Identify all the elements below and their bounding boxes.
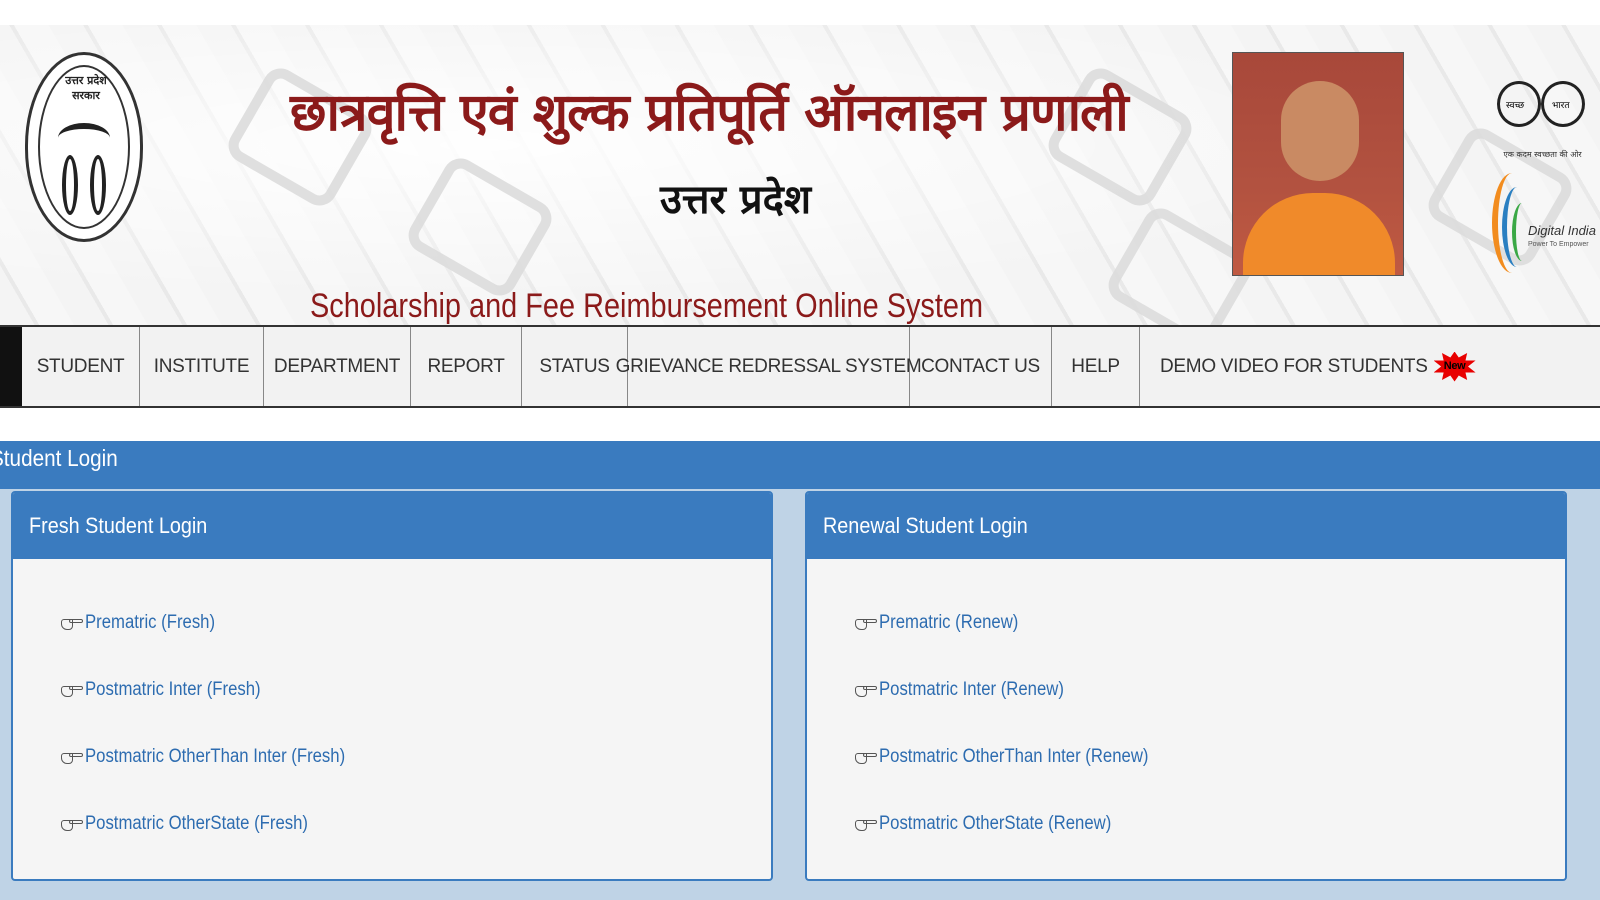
site-subtitle-hindi: उत्तर प्रदेश	[660, 177, 812, 223]
header-banner: उत्तर प्रदेश सरकार छात्रवृत्ति एवं शुल्क…	[0, 25, 1600, 325]
hand-pointer-icon	[855, 682, 877, 698]
student-login-title: Student Login	[0, 445, 118, 471]
chief-minister-portrait	[1232, 52, 1404, 276]
up-government-emblem: उत्तर प्रदेश सरकार	[25, 52, 143, 242]
nav-department[interactable]: DEPARTMENT	[264, 327, 411, 406]
nav-student[interactable]: STUDENT	[22, 327, 140, 406]
nav-report[interactable]: REPORT	[411, 327, 522, 406]
renewal-panel-header: Renewal Student Login	[807, 493, 1565, 559]
fresh-panel-header: Fresh Student Login	[13, 493, 771, 559]
link-postmatric-otherthan-inter-renew[interactable]: Postmatric OtherThan Inter (Renew)	[855, 723, 1565, 790]
emblem-text: उत्तर प्रदेश सरकार	[65, 74, 107, 102]
link-postmatric-inter-renew[interactable]: Postmatric Inter (Renew)	[855, 656, 1565, 723]
link-postmatric-inter-fresh[interactable]: Postmatric Inter (Fresh)	[61, 656, 771, 723]
hand-pointer-icon	[61, 749, 83, 765]
site-title-hindi: छात्रवृत्ति एवं शुल्क प्रतिपूर्ति ऑनलाइन…	[290, 83, 1129, 143]
renewal-student-login-panel: Renewal Student Login Prematric (Renew) …	[805, 491, 1567, 881]
link-postmatric-otherthan-inter-fresh[interactable]: Postmatric OtherThan Inter (Fresh)	[61, 723, 771, 790]
digital-india-tagline: Power To Empower	[1528, 241, 1589, 248]
nav-demo-video[interactable]: DEMO VIDEO FOR STUDENTS New	[1140, 327, 1476, 406]
hand-pointer-icon	[61, 816, 83, 832]
nav-institute[interactable]: INSTITUTE	[140, 327, 264, 406]
nav-help[interactable]: HELP	[1052, 327, 1140, 406]
swachh-bharat-logo: स्वच्छ भारत एक कदम स्वच्छता की ओर	[1495, 61, 1590, 161]
hand-pointer-icon	[855, 749, 877, 765]
nav-left-bar	[0, 327, 22, 406]
nav-grievance-redressal[interactable]: GRIEVANCE REDRESSAL SYSTEM	[616, 327, 922, 406]
fresh-student-login-panel: Fresh Student Login Prematric (Fresh) Po…	[11, 491, 773, 881]
nav-status[interactable]: STATUS	[522, 327, 628, 406]
link-postmatric-otherstate-fresh[interactable]: Postmatric OtherState (Fresh)	[61, 790, 771, 857]
hand-pointer-icon	[61, 682, 83, 698]
nav-contact-us[interactable]: CONTACT US	[910, 327, 1052, 406]
hand-pointer-icon	[855, 816, 877, 832]
link-prematric-fresh[interactable]: Prematric (Fresh)	[61, 589, 771, 656]
link-postmatric-otherstate-renew[interactable]: Postmatric OtherState (Renew)	[855, 790, 1565, 857]
swachh-tagline: एक कदम स्वच्छता की ओर	[1503, 150, 1582, 159]
digital-india-label: Digital India	[1528, 223, 1596, 238]
swachh-left-label: स्वच्छ	[1506, 101, 1525, 111]
decor-hexagon	[402, 151, 558, 303]
main-nav: STUDENT INSTITUTE DEPARTMENT REPORT STAT…	[0, 325, 1600, 408]
site-title-english: Scholarship and Fee Reimbursement Online…	[310, 287, 984, 325]
digital-india-logo: Digital India Power To Empower	[1490, 173, 1596, 273]
hand-pointer-icon	[61, 615, 83, 631]
student-login-bar: Student Login	[0, 441, 1600, 489]
link-prematric-renew[interactable]: Prematric (Renew)	[855, 589, 1565, 656]
hand-pointer-icon	[855, 615, 877, 631]
swachh-right-label: भारत	[1552, 101, 1570, 111]
